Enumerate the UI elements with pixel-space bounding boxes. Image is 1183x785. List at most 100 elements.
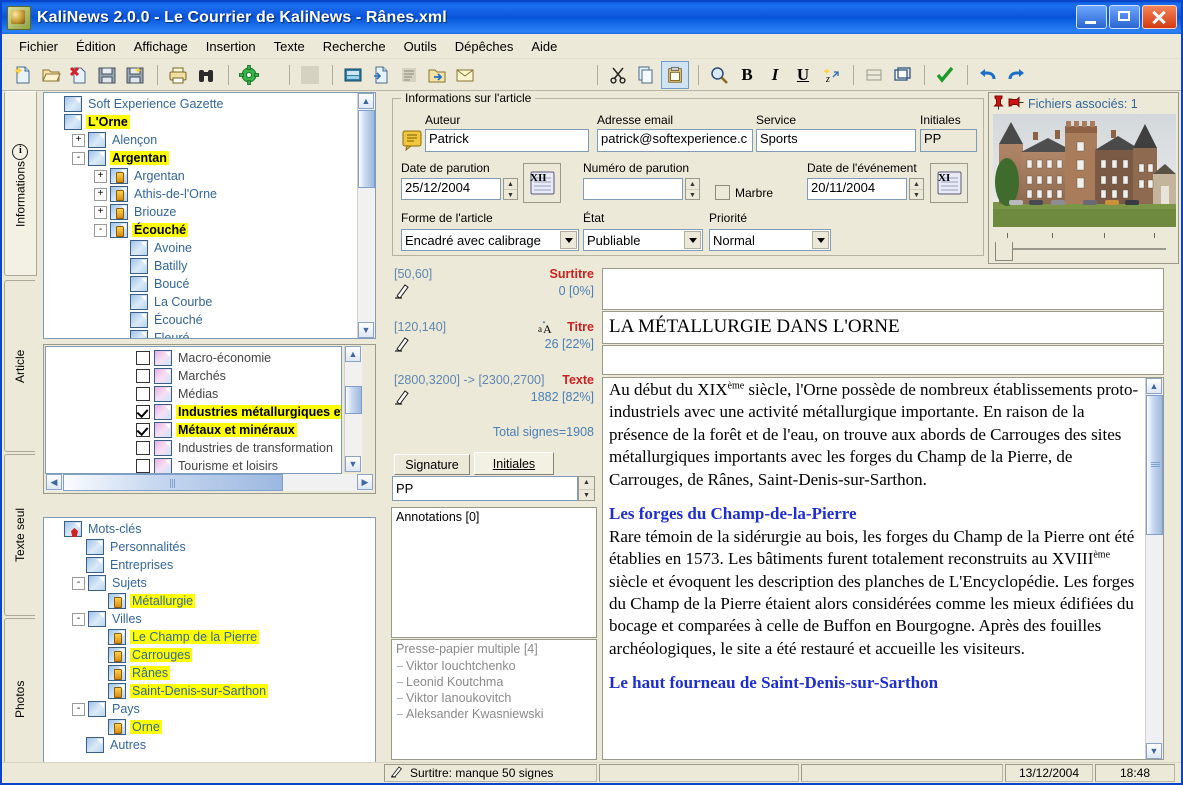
scroll-thumb-h[interactable] — [63, 474, 283, 491]
scroll-down-arrow[interactable]: ▼ — [358, 322, 374, 338]
clipboard-item[interactable]: Viktor Iouchtchenko — [392, 658, 596, 674]
scroll-down-arrow[interactable]: ▼ — [1146, 743, 1162, 759]
pubdate-spinner[interactable]: ▲▼ — [503, 178, 518, 200]
tree-node[interactable]: Carrouges — [46, 646, 375, 664]
signature-input[interactable]: PP — [392, 476, 578, 501]
menu-item-aide[interactable]: Aide — [522, 36, 566, 57]
form-select[interactable]: Encadré avec calibrage — [401, 229, 579, 251]
structure-tree-panel[interactable]: Soft Experience GazetteL'Orne+Alençon-Ar… — [43, 92, 376, 339]
tree-node[interactable]: Orne — [46, 718, 375, 736]
scroll-left-arrow[interactable]: ◀ — [46, 474, 62, 490]
spellcheck-icon[interactable]: z — [818, 62, 844, 88]
page-export-icon[interactable] — [368, 62, 394, 88]
clipboard-panel[interactable]: Presse-papier multiple [4] Viktor Ioucht… — [391, 639, 597, 760]
edit-pencil-icon[interactable] — [394, 389, 412, 408]
subject-checkbox[interactable] — [136, 459, 150, 473]
subject-checkbox[interactable] — [136, 387, 150, 401]
clipboard-item[interactable]: Aleksander Kwasniewski — [392, 706, 596, 722]
signature-spinner[interactable]: ▲▼ — [578, 476, 595, 501]
marbre-checkbox[interactable] — [715, 185, 730, 200]
priority-select[interactable]: Normal — [709, 229, 831, 251]
tree-node[interactable]: Saint-Denis-sur-Sarthon — [46, 682, 375, 700]
pin-icon[interactable] — [992, 95, 1005, 113]
subject-item[interactable]: Tourisme et loisirs — [48, 457, 341, 474]
menu-item-recherche[interactable]: Recherche — [314, 36, 395, 57]
keywords-tree[interactable]: Mots-clésPersonnalitésEntreprises-Sujets… — [44, 518, 375, 754]
email-field[interactable]: patrick@softexperience.c — [597, 129, 753, 152]
pubdate-calendar-button[interactable]: XII — [523, 163, 561, 203]
menu-item-dpches[interactable]: Dépêches — [446, 36, 523, 57]
tree-node[interactable]: -Argentan — [46, 149, 362, 167]
tree-node[interactable]: Entreprises — [46, 556, 375, 574]
collapse-icon[interactable]: - — [72, 613, 85, 626]
tree-node[interactable]: Boucé — [46, 275, 362, 293]
chevron-down-icon[interactable] — [812, 231, 829, 249]
tree-node[interactable]: +Athis-de-l'Orne — [46, 185, 362, 203]
photo-slider[interactable] — [993, 231, 1174, 261]
tree-node[interactable]: Fleuré — [46, 329, 362, 339]
text-editor[interactable]: Au début du XIXème siècle, l'Orne possèd… — [602, 377, 1164, 760]
undo-icon[interactable] — [975, 62, 1001, 88]
expand-icon[interactable]: + — [72, 134, 85, 147]
tree-node[interactable]: Métallurgie — [46, 592, 375, 610]
pin-horizontal-icon[interactable] — [1008, 96, 1025, 112]
menu-item-affichage[interactable]: Affichage — [125, 36, 197, 57]
chevron-down-icon[interactable] — [684, 231, 701, 249]
subject-checkbox[interactable] — [136, 423, 150, 437]
scroll-thumb[interactable] — [1146, 395, 1163, 535]
tree-node[interactable]: +Briouze — [46, 203, 362, 221]
subject-checkbox[interactable] — [136, 369, 150, 383]
mail-icon[interactable] — [452, 62, 478, 88]
expand-icon[interactable]: + — [94, 188, 107, 201]
italic-icon[interactable]: I — [762, 62, 788, 88]
keyboard-icon[interactable] — [340, 62, 366, 88]
tree-node[interactable]: -Sujets — [46, 574, 375, 592]
slider-thumb[interactable] — [995, 238, 1013, 261]
service-field[interactable]: Sports — [756, 129, 916, 152]
tree-node[interactable]: -Pays — [46, 700, 375, 718]
vertical-tab-photos[interactable]: Photos — [4, 618, 35, 780]
paste-icon[interactable] — [661, 61, 689, 89]
menu-item-insertion[interactable]: Insertion — [197, 36, 265, 57]
chevron-down-icon[interactable] — [560, 231, 577, 249]
collapse-icon[interactable]: - — [94, 224, 107, 237]
author-field[interactable]: Patrick — [425, 129, 589, 152]
tree-node[interactable]: Rânes — [46, 664, 375, 682]
print-icon[interactable] — [165, 62, 191, 88]
tree-node[interactable]: Mots-clés — [46, 520, 375, 538]
article-text[interactable]: Au début du XIXème siècle, l'Orne possèd… — [603, 378, 1146, 759]
subjects-hscrollbar[interactable]: ◀ ▶ — [46, 474, 373, 491]
keywords-panel[interactable]: Mots-clésPersonnalitésEntreprises-Sujets… — [43, 517, 376, 769]
structure-tree-scrollbar[interactable]: ▲ ▼ — [357, 93, 375, 338]
bold-icon[interactable]: B — [734, 62, 760, 88]
open-folder-icon[interactable] — [38, 62, 64, 88]
zoom-icon[interactable] — [706, 62, 732, 88]
scroll-up-arrow[interactable]: ▲ — [345, 346, 361, 362]
scroll-up-arrow[interactable]: ▲ — [1146, 378, 1162, 394]
scroll-right-arrow[interactable]: ▶ — [357, 474, 373, 490]
subjects-tree[interactable]: Macro-économieMarchésMédiasIndustries mé… — [46, 347, 341, 474]
edit-pencil-icon[interactable] — [394, 336, 412, 355]
clipboard-item[interactable]: Leonid Koutchma — [392, 674, 596, 690]
subject-checkbox[interactable] — [136, 351, 150, 365]
window-icon[interactable] — [889, 62, 915, 88]
save-as-icon[interactable] — [122, 62, 148, 88]
tree-node[interactable]: -Écouché — [46, 221, 362, 239]
eventdate-calendar-button[interactable]: XI — [930, 163, 968, 203]
collapse-icon[interactable]: - — [72, 577, 85, 590]
subject-item[interactable]: Métaux et minéraux — [48, 421, 341, 439]
tab-signature[interactable]: Signature — [394, 454, 470, 475]
minimize-button[interactable] — [1076, 5, 1107, 29]
scroll-down-arrow[interactable]: ▼ — [345, 456, 361, 472]
subjects-panel[interactable]: Macro-économieMarchésMédiasIndustries mé… — [43, 344, 376, 494]
tree-node[interactable]: Le Champ de la Pierre — [46, 628, 375, 646]
annotations-panel[interactable]: Annotations [0] — [391, 507, 597, 638]
tree-node[interactable]: +Alençon — [46, 131, 362, 149]
collapse-icon[interactable]: - — [72, 703, 85, 716]
menu-item-outils[interactable]: Outils — [395, 36, 446, 57]
subject-item[interactable]: Médias — [48, 385, 341, 403]
subject-checkbox[interactable] — [136, 405, 150, 419]
close-button[interactable] — [1142, 5, 1177, 29]
subject-item[interactable]: Industries métallurgiques et m — [48, 403, 341, 421]
scroll-thumb[interactable] — [345, 386, 362, 414]
